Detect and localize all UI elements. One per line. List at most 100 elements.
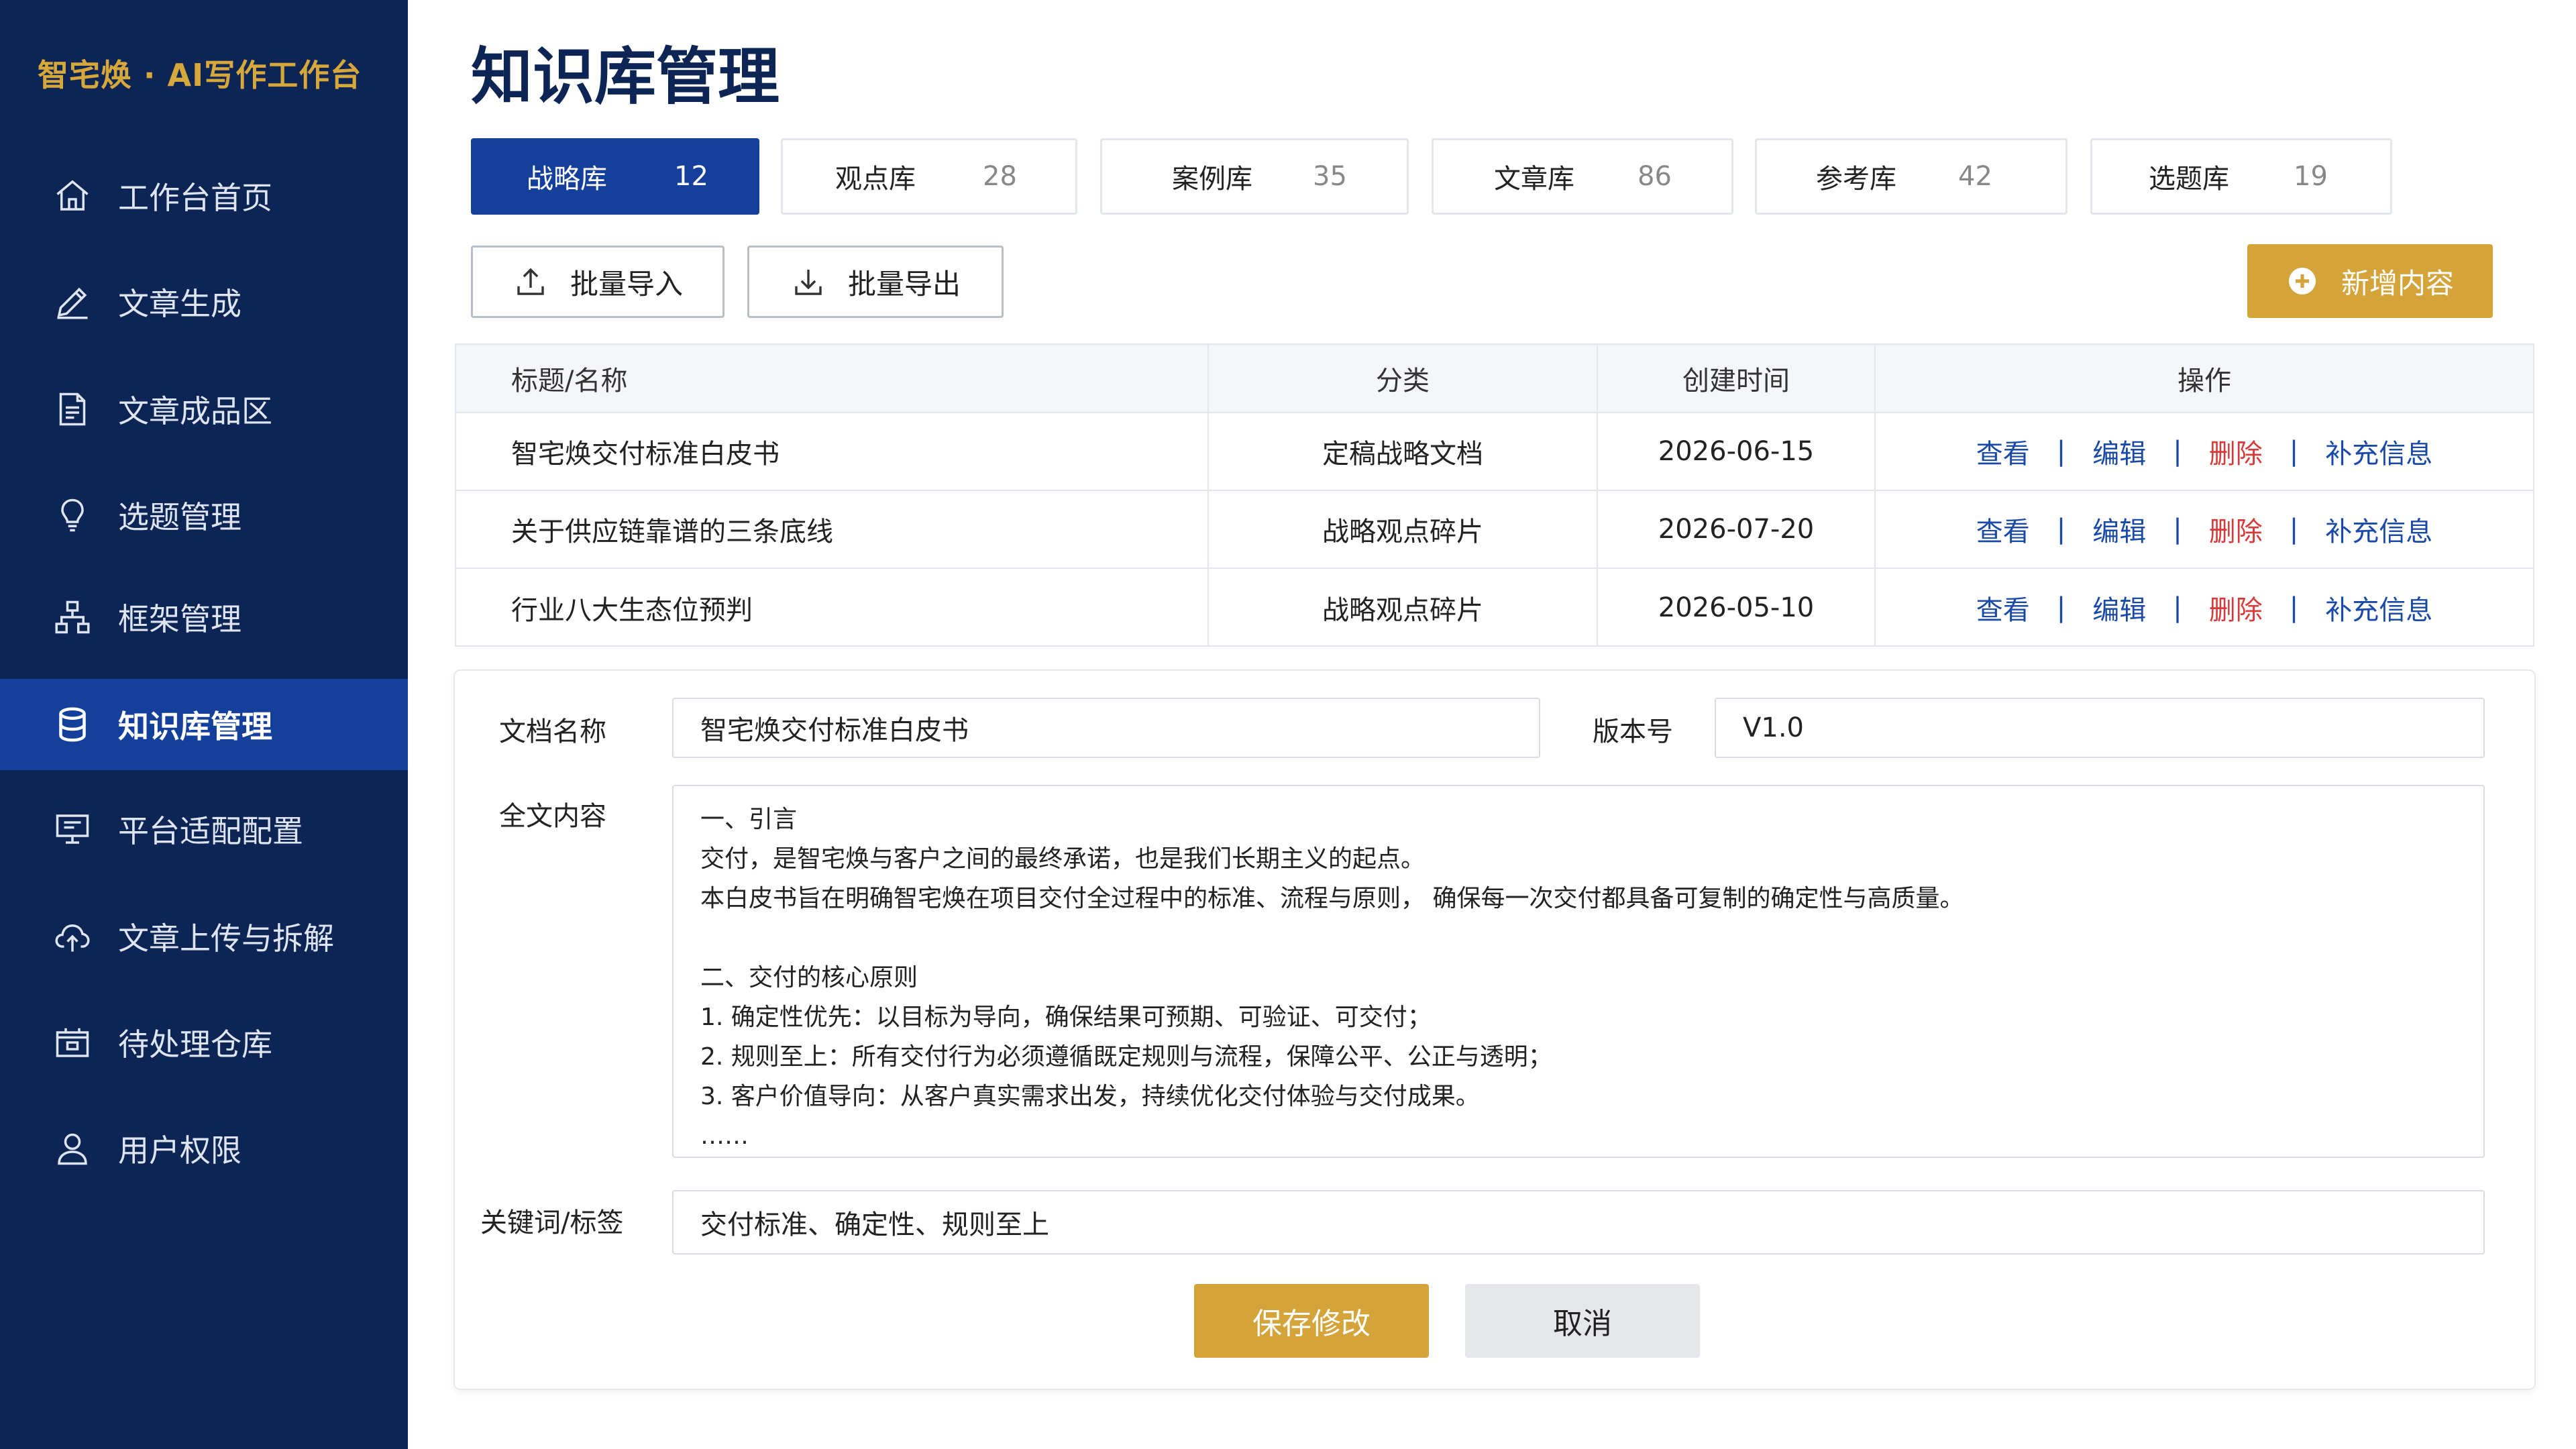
separator: | — [2173, 592, 2182, 623]
batch-import-button[interactable]: 批量导入 — [471, 246, 724, 318]
tab-topics[interactable]: 选题库 19 — [2090, 138, 2392, 215]
header-created: 创建时间 — [1597, 345, 1874, 412]
row-date: 2026-06-15 — [1597, 413, 1874, 490]
separator: | — [2289, 592, 2299, 623]
version-field[interactable]: V1.0 — [1715, 698, 2485, 758]
delete-link[interactable]: 删除 — [2209, 588, 2263, 627]
header-title: 标题/名称 — [511, 366, 628, 396]
row-actions: 查看 | 编辑 | 删除 | 补充信息 — [1874, 491, 2533, 568]
sidebar-item-knowledge-base[interactable]: 知识库管理 — [0, 679, 408, 770]
download-icon — [795, 270, 822, 295]
content-line: 一、引言 — [700, 806, 798, 833]
keywords-label: 关键词/标签 — [480, 1208, 624, 1238]
tab-references[interactable]: 参考库 42 — [1755, 138, 2068, 215]
tab-count: 35 — [1313, 161, 1347, 192]
table-header: 标题/名称 分类 创建时间 操作 — [456, 345, 2533, 413]
cancel-button[interactable]: 取消 — [1465, 1284, 1700, 1358]
row-category: 战略观点碎片 — [1208, 491, 1597, 568]
sidebar-item-article-generate[interactable]: 文章生成 — [0, 256, 408, 347]
sidebar-item-label: 文章成品区 — [118, 393, 272, 429]
content-line: 3. 客户价值导向：从客户真实需求出发，持续优化交付体验与交付成果。 — [700, 1083, 1480, 1110]
content-line: 本白皮书旨在明确智宅焕在项目交付全过程中的标准、流程与原则， 确保每一次交付都具… — [700, 885, 1964, 912]
sidebar-item-label: 框架管理 — [118, 601, 241, 637]
row-title: 智宅焕交付标准白皮书 — [511, 439, 780, 470]
delete-link[interactable]: 删除 — [2209, 432, 2263, 471]
batch-export-label: 批量导出 — [847, 267, 961, 301]
lightbulb-icon — [51, 494, 94, 537]
supplement-link[interactable]: 补充信息 — [2325, 588, 2432, 627]
sidebar-item-topics[interactable]: 选题管理 — [0, 470, 408, 561]
tab-articles[interactable]: 文章库 86 — [1432, 138, 1733, 215]
document-name-label: 文档名称 — [499, 716, 606, 747]
sidebar-item-label: 工作台首页 — [118, 180, 272, 216]
tab-cases[interactable]: 案例库 35 — [1100, 138, 1409, 215]
supplement-link[interactable]: 补充信息 — [2325, 510, 2432, 549]
delete-link[interactable]: 删除 — [2209, 510, 2263, 549]
row-date: 2026-05-10 — [1597, 569, 1874, 647]
page-title: 知识库管理 — [471, 41, 780, 113]
separator: | — [2056, 436, 2066, 467]
sidebar-item-label: 选题管理 — [118, 499, 241, 535]
tab-label: 观点库 — [835, 164, 916, 195]
tab-label: 文章库 — [1494, 164, 1574, 195]
tab-label: 参考库 — [1816, 164, 1896, 195]
sidebar-item-frameworks[interactable]: 框架管理 — [0, 572, 408, 663]
tab-viewpoints[interactable]: 观点库 28 — [781, 138, 1077, 215]
tab-count: 19 — [2294, 161, 2328, 192]
edit-link[interactable]: 编辑 — [2092, 432, 2146, 471]
row-category: 定稿战略文档 — [1208, 413, 1597, 490]
edit-link[interactable]: 编辑 — [2092, 510, 2146, 549]
table-row[interactable]: 智宅焕交付标准白皮书 定稿战略文档 2026-06-15 查看 | 编辑 | 删… — [456, 413, 2533, 491]
separator: | — [2056, 514, 2066, 545]
tab-label: 战略库 — [527, 164, 607, 195]
header-actions: 操作 — [1874, 345, 2533, 412]
content-line: 1. 确定性优先：以目标为导向，确保结果可预期、可验证、可交付； — [700, 1004, 1432, 1031]
save-button[interactable]: 保存修改 — [1194, 1284, 1429, 1358]
separator: | — [2289, 514, 2299, 545]
table-row[interactable]: 关于供应链靠谱的三条底线 战略观点碎片 2026-07-20 查看 | 编辑 |… — [456, 491, 2533, 569]
row-actions: 查看 | 编辑 | 删除 | 补充信息 — [1874, 569, 2533, 647]
detail-edit-panel: 文档名称 智宅焕交付标准白皮书 版本号 V1.0 全文内容 一、引言 交付，是智… — [453, 669, 2536, 1390]
content-line — [700, 918, 2483, 958]
plus-circle-icon — [2288, 268, 2316, 294]
view-link[interactable]: 查看 — [1976, 510, 2030, 549]
tab-label: 选题库 — [2149, 164, 2229, 195]
sidebar-item-label: 文章生成 — [118, 286, 241, 322]
brand-logo: 智宅焕 · AI写作工作台 — [38, 57, 362, 93]
tab-label: 案例库 — [1172, 164, 1252, 195]
hierarchy-icon — [51, 596, 94, 639]
database-icon — [51, 703, 94, 746]
row-title: 行业八大生态位预判 — [511, 595, 753, 626]
content-line: 2. 规则至上：所有交付行为必须遵循既定规则与流程，保障公平、公正与透明； — [700, 1043, 1552, 1071]
sidebar-item-article-products[interactable]: 文章成品区 — [0, 364, 408, 455]
tab-count: 12 — [674, 161, 708, 192]
inbox-icon — [51, 1021, 94, 1064]
sidebar-item-upload-split[interactable]: 文章上传与拆解 — [0, 891, 408, 982]
tab-count: 28 — [983, 161, 1017, 192]
add-content-button[interactable]: 新增内容 — [2247, 244, 2493, 318]
sidebar-item-label: 文章上传与拆解 — [118, 920, 334, 957]
tab-strategy[interactable]: 战略库 12 — [471, 138, 759, 215]
edit-link[interactable]: 编辑 — [2092, 588, 2146, 627]
sidebar-item-pending-store[interactable]: 待处理仓库 — [0, 997, 408, 1088]
view-link[interactable]: 查看 — [1976, 432, 2030, 471]
user-icon — [51, 1127, 94, 1170]
content-line: 交付，是智宅焕与客户之间的最终承诺，也是我们长期主义的起点。 — [700, 845, 1426, 873]
sidebar-item-label: 平台适配配置 — [118, 813, 303, 849]
sidebar-item-user-permissions[interactable]: 用户权限 — [0, 1103, 408, 1194]
pen-icon — [51, 280, 94, 323]
sidebar-item-home[interactable]: 工作台首页 — [0, 150, 408, 241]
keywords-field[interactable]: 交付标准、确定性、规则至上 — [672, 1190, 2485, 1254]
sidebar-item-label: 待处理仓库 — [118, 1026, 272, 1063]
sidebar-item-platform-config[interactable]: 平台适配配置 — [0, 784, 408, 875]
batch-export-button[interactable]: 批量导出 — [747, 246, 1004, 318]
supplement-link[interactable]: 补充信息 — [2325, 432, 2432, 471]
view-link[interactable]: 查看 — [1976, 588, 2030, 627]
row-date: 2026-07-20 — [1597, 491, 1874, 568]
document-name-field[interactable]: 智宅焕交付标准白皮书 — [672, 698, 1540, 758]
document-icon — [51, 388, 94, 431]
monitor-icon — [51, 808, 94, 851]
full-content-textarea[interactable]: 一、引言 交付，是智宅焕与客户之间的最终承诺，也是我们长期主义的起点。 本白皮书… — [672, 785, 2485, 1158]
separator: | — [2289, 436, 2299, 467]
table-row[interactable]: 行业八大生态位预判 战略观点碎片 2026-05-10 查看 | 编辑 | 删除… — [456, 569, 2533, 647]
